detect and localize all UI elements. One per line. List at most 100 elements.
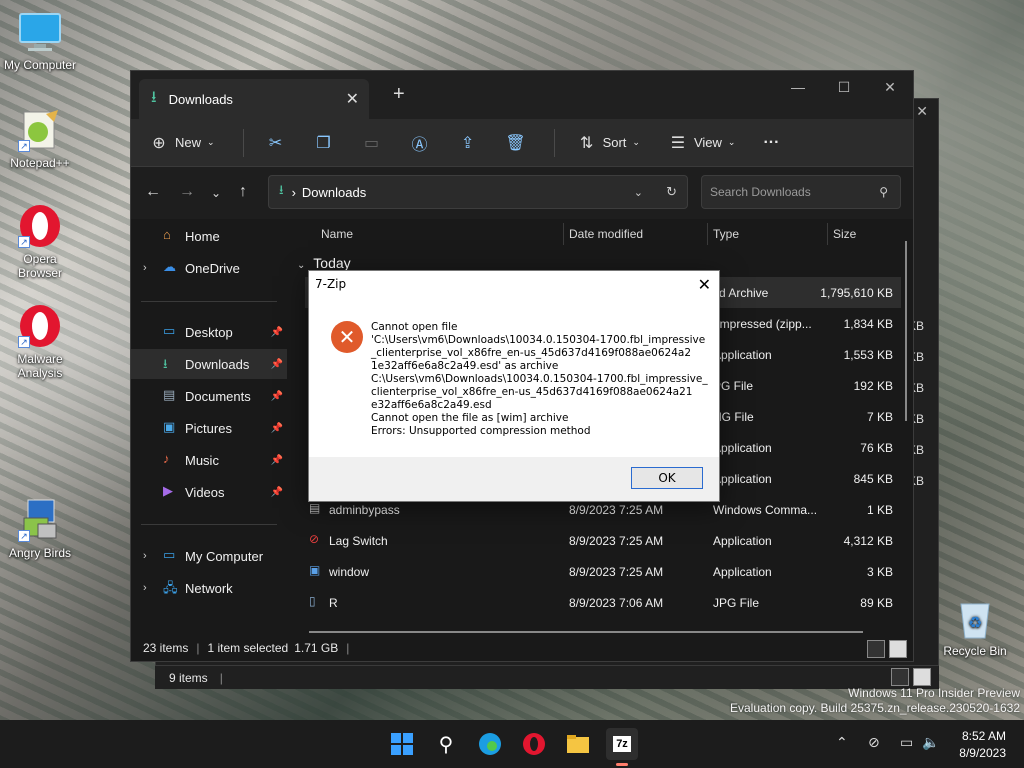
sidebar-item-downloads[interactable]: ⭳ Downloads 📌 xyxy=(131,349,287,379)
status-selected: 1 item selected xyxy=(207,641,289,655)
chevron-down-icon[interactable]: ⌄ xyxy=(634,186,643,199)
file-type: Application xyxy=(713,472,772,486)
up-arrow-icon[interactable]: ↑ xyxy=(239,183,247,201)
desktop-icon-recycle-bin[interactable]: ♻ Recycle Bin xyxy=(935,596,1015,658)
status-item-count: 23 items xyxy=(143,641,189,655)
recent-chevron-icon[interactable]: ⌄ xyxy=(211,186,221,200)
paste-button[interactable]: ▭ xyxy=(362,133,382,153)
download-arrow-icon: ⭳ xyxy=(279,182,284,197)
column-header-size[interactable]: Size xyxy=(833,227,856,241)
desktop-icon-my-computer[interactable]: My Computer xyxy=(0,10,80,72)
copy-button[interactable]: ❐ xyxy=(314,133,334,153)
toolbar-divider xyxy=(242,128,244,157)
desktop-icon-malware-analysis[interactable]: ↗ Malware Analysis xyxy=(0,304,80,380)
opera-icon: ↗ xyxy=(18,204,62,248)
chevron-right-icon[interactable]: › xyxy=(143,550,147,562)
system-clock[interactable]: 8:52 AM 8/9/2023 xyxy=(959,728,1006,762)
column-header-name[interactable]: Name xyxy=(321,227,353,241)
taskbar-edge[interactable] xyxy=(474,728,506,760)
details-view-icon[interactable] xyxy=(867,640,885,658)
taskbar-file-explorer[interactable] xyxy=(562,728,594,760)
start-button[interactable] xyxy=(386,728,418,760)
sidebar-item-network[interactable]: › 🖧 Network xyxy=(131,573,287,603)
share-button[interactable]: ⇪ xyxy=(458,133,478,153)
details-view-icon[interactable] xyxy=(891,668,909,686)
status-separator: | xyxy=(196,641,200,655)
table-row[interactable]: ▣ window 8/9/2023 7:25 AM Application 3 … xyxy=(305,556,901,587)
tab-downloads[interactable]: ⭳ Downloads ✕ xyxy=(139,79,369,119)
sidebar-item-home[interactable]: ⌂ Home xyxy=(131,221,287,251)
horizontal-scrollbar[interactable] xyxy=(309,631,863,633)
taskbar-7zip[interactable]: 7z xyxy=(606,728,638,766)
file-date: 8/9/2023 7:25 AM xyxy=(569,565,664,579)
group-header-today[interactable]: ⌄ Today xyxy=(297,255,351,271)
back-arrow-icon[interactable]: ← xyxy=(145,183,161,201)
error-dialog: 7-Zip ✕ ✕ Cannot open file 'C:\Users\vm6… xyxy=(308,270,720,502)
chevron-right-icon[interactable]: › xyxy=(143,262,147,274)
cut-button[interactable]: ✂ xyxy=(266,133,286,153)
column-header-date[interactable]: Date modified xyxy=(569,227,643,241)
desktop-icon-angry-birds[interactable]: ↗ Angry Birds xyxy=(0,498,80,560)
message-line: _clienterprise_vol_x86fre_en-us_45d637d4… xyxy=(371,347,692,359)
column-divider[interactable] xyxy=(827,223,828,245)
column-divider[interactable] xyxy=(707,223,708,245)
status-separator: | xyxy=(219,670,223,685)
search-box[interactable]: Search Downloads ⚲ xyxy=(701,175,901,209)
minimize-icon[interactable]: — xyxy=(775,71,821,103)
close-icon[interactable]: ✕ xyxy=(698,275,711,294)
sidebar-item-music[interactable]: ♪ Music 📌 xyxy=(131,445,287,475)
sort-button[interactable]: ⇅ Sort ⌄ xyxy=(577,133,640,153)
rename-button[interactable]: Ⓐ xyxy=(410,133,430,154)
file-name: R xyxy=(329,596,338,610)
forward-arrow-icon[interactable]: → xyxy=(179,183,195,201)
tiles-view-icon[interactable] xyxy=(913,668,931,686)
network-off-icon[interactable]: ⊘ xyxy=(868,734,880,751)
chevron-up-icon[interactable]: ⌃ xyxy=(836,734,848,751)
display-icon[interactable]: ▭ xyxy=(900,734,913,751)
search-input[interactable]: Search Downloads xyxy=(710,185,811,199)
vertical-scrollbar[interactable] xyxy=(905,241,907,421)
taskbar-opera[interactable] xyxy=(518,728,550,760)
shortcut-arrow-icon: ↗ xyxy=(18,140,30,152)
message-line: Cannot open file xyxy=(371,321,458,333)
view-button[interactable]: ☰ View ⌄ xyxy=(668,133,736,153)
sidebar-item-label: Pictures xyxy=(185,420,232,436)
maximize-icon[interactable]: ☐ xyxy=(821,71,867,103)
delete-button[interactable]: 🗑 xyxy=(505,133,525,153)
sidebar-item-videos[interactable]: ▶ Videos 📌 xyxy=(131,477,287,507)
breadcrumb-downloads[interactable]: Downloads xyxy=(302,185,366,200)
address-bar[interactable]: ⭳ › Downloads ⌄ ↻ xyxy=(268,175,688,209)
sidebar-item-documents[interactable]: ▤ Documents 📌 xyxy=(131,381,287,411)
sidebar-item-pictures[interactable]: ▣ Pictures 📌 xyxy=(131,413,287,443)
tiles-view-icon[interactable] xyxy=(889,640,907,658)
file-size: 7 KB xyxy=(866,410,893,424)
notepadpp-icon: ↗ xyxy=(18,108,62,152)
refresh-icon[interactable]: ↻ xyxy=(666,184,677,200)
desktop-icon-notepadpp[interactable]: ↗ Notepad++ xyxy=(0,108,80,170)
desktop-icon-opera[interactable]: ↗ Opera Browser xyxy=(0,204,80,280)
file-type: JPG File xyxy=(713,596,760,610)
file-type: Application xyxy=(713,441,772,455)
ok-button[interactable]: OK xyxy=(631,467,703,489)
close-icon[interactable]: ✕ xyxy=(916,103,928,120)
sidebar-item-label: Documents xyxy=(185,388,251,404)
close-icon[interactable]: ✕ xyxy=(867,71,913,103)
sidebar-item-desktop[interactable]: ▭ Desktop 📌 xyxy=(131,317,287,347)
column-header-type[interactable]: Type xyxy=(713,227,739,241)
file-type: Application xyxy=(713,348,772,362)
search-button[interactable]: ⚲ xyxy=(430,728,462,760)
table-row[interactable]: ▯ R 8/9/2023 7:06 AM JPG File 89 KB xyxy=(305,587,901,618)
new-button[interactable]: ⊕ New ⌄ xyxy=(149,133,214,153)
table-row[interactable]: ⊘ Lag Switch 8/9/2023 7:25 AM Applicatio… xyxy=(305,525,901,556)
chevron-right-icon[interactable]: › xyxy=(143,582,147,594)
sidebar-item-my-computer[interactable]: › ▭ My Computer xyxy=(131,541,287,571)
sidebar-item-onedrive[interactable]: › ☁ OneDrive xyxy=(131,253,287,283)
more-options-button[interactable]: ··· xyxy=(763,134,779,152)
close-tab-icon[interactable]: ✕ xyxy=(346,89,359,109)
new-tab-icon[interactable]: + xyxy=(393,83,405,106)
message-line: 1e32aff6e6a8c2a49.esd' as archive xyxy=(371,360,559,372)
volume-icon[interactable]: 🔈 xyxy=(922,734,939,751)
taskbar: ⚲ 7z ⌃ ⊘ ▭ 🔈 8:52 AM 8/9/2023 xyxy=(0,720,1024,768)
column-divider[interactable] xyxy=(563,223,564,245)
folder-icon xyxy=(567,735,589,753)
